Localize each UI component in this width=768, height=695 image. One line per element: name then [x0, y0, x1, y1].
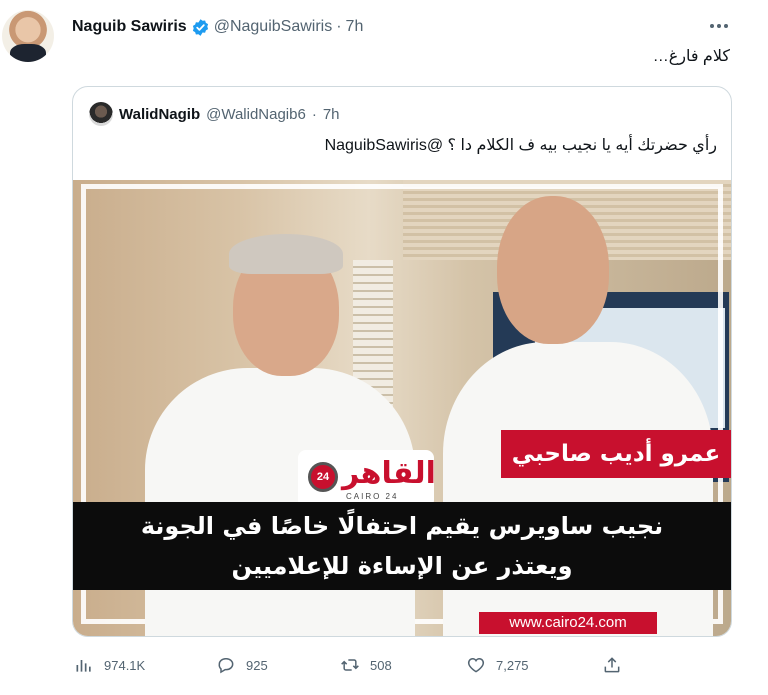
tweet-text: كلام فارغ…	[652, 48, 730, 65]
reply-count: 925	[246, 657, 268, 673]
source-url: www.cairo24.com	[479, 612, 657, 634]
retweet-icon	[341, 659, 359, 671]
author-avatar[interactable]	[2, 10, 54, 62]
quoted-tweet-time[interactable]: 7h	[323, 106, 340, 123]
like-count: 7,275	[496, 657, 529, 673]
like-icon	[467, 657, 485, 673]
reply-button[interactable]: 925	[216, 652, 268, 678]
tweet-time[interactable]: 7h	[346, 18, 364, 36]
red-caption: عمرو أديب صاحبي	[501, 430, 731, 478]
quoted-tweet-image[interactable]: عمرو أديب صاحبي 24 القاهر CAIRO 24 نجيب …	[73, 180, 731, 636]
quoted-author-name[interactable]: WalidNagib	[119, 106, 200, 123]
quoted-tweet-header: WalidNagib @WalidNagib6 · 7h	[89, 102, 340, 126]
tweet-actions: 974.1K 925 508 7,275	[72, 652, 652, 678]
headline-line-2: ويعتذر عن الإساءة للإعلاميين	[231, 552, 573, 580]
quoted-author-handle[interactable]: @WalidNagib6	[206, 106, 306, 123]
dot-separator: ·	[311, 105, 317, 123]
verified-icon	[191, 18, 210, 37]
dot-separator: ·	[336, 18, 342, 35]
more-icon[interactable]	[706, 16, 732, 36]
retweet-count: 508	[370, 657, 392, 673]
headline-band: نجيب ساويرس يقيم احتفالًا خاصًا في الجون…	[73, 502, 731, 590]
clock-icon: 24	[308, 462, 338, 492]
quoted-author-avatar[interactable]	[89, 102, 113, 126]
share-button[interactable]	[602, 652, 622, 678]
tweet: Naguib Sawiris @NaguibSawiris · 7h كلام …	[0, 0, 768, 695]
views-icon	[76, 660, 91, 672]
author-handle[interactable]: @NaguibSawiris	[214, 18, 333, 36]
views-count: 974.1K	[104, 657, 146, 673]
logo-text: القاهر	[342, 456, 436, 491]
logo-subtitle: CAIRO 24	[346, 492, 399, 501]
quoted-tweet-text: رأي حضرتك أيه يا نجيب بيه ف الكلام دا ؟ …	[324, 137, 717, 154]
tweet-header: Naguib Sawiris @NaguibSawiris · 7h	[72, 16, 363, 38]
reply-icon	[218, 658, 234, 674]
headline-line-1: نجيب ساويرس يقيم احتفالًا خاصًا في الجون…	[140, 512, 664, 540]
cairo24-logo: 24 القاهر CAIRO 24	[298, 450, 436, 508]
retweet-button[interactable]: 508	[340, 652, 392, 678]
quoted-tweet[interactable]: WalidNagib @WalidNagib6 · 7h رأي حضرتك أ…	[72, 86, 732, 637]
author-name[interactable]: Naguib Sawiris	[72, 18, 187, 36]
views-button[interactable]: 974.1K	[74, 652, 145, 678]
like-button[interactable]: 7,275	[466, 652, 529, 678]
share-icon	[604, 657, 620, 673]
